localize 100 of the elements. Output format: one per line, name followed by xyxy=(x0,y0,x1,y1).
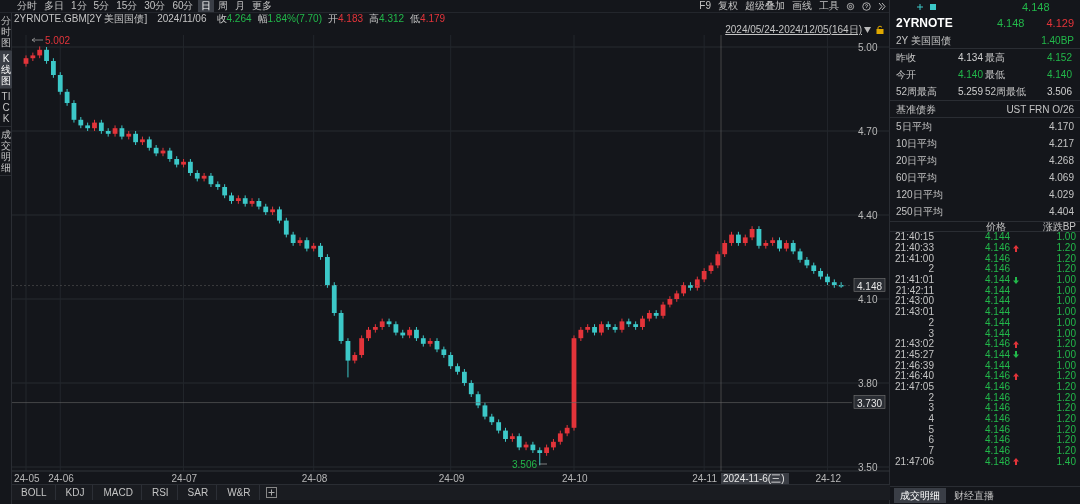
period-tab[interactable]: 周 xyxy=(214,0,231,12)
quote-field-value: 1.84%(7.70) xyxy=(267,13,322,24)
stat-label: 最高 xyxy=(985,51,1005,65)
trade-change: 1.20 xyxy=(1056,446,1076,457)
period-tab[interactable]: 更多 xyxy=(248,0,275,12)
side-tab[interactable]: K线图 xyxy=(0,51,12,89)
trade-price: 4.146 xyxy=(985,424,1011,435)
side-tab[interactable]: TICK xyxy=(0,89,12,127)
quote-field-value: 4.312 xyxy=(379,13,405,24)
trade-time: 2 xyxy=(927,317,934,328)
period-tab[interactable]: 月 xyxy=(231,0,248,12)
average-label: 250日平均 xyxy=(896,205,943,219)
column-header: 价格 xyxy=(986,221,1006,232)
period-tab[interactable]: 1分 xyxy=(68,0,90,12)
trade-change: 1.00 xyxy=(1056,360,1076,371)
period-tab[interactable]: 分时 xyxy=(14,0,40,12)
indicator-tab[interactable]: RSI xyxy=(143,485,178,500)
trade-price: 4.144 xyxy=(985,360,1011,371)
period-tab[interactable]: 30分 xyxy=(141,0,169,12)
instrument-subtitle: 2Y 美国国债 xyxy=(896,33,951,48)
indicator-tab[interactable]: SAR xyxy=(179,485,218,500)
period-tab[interactable]: 60分 xyxy=(169,0,197,12)
trade-change: 1.20 xyxy=(1056,435,1076,446)
toolbar-button[interactable]: 工具 xyxy=(816,0,842,12)
stat-label: 今开 xyxy=(896,68,916,82)
price-axis-label: 5.00 xyxy=(858,42,878,53)
stat-value: 4.140 xyxy=(957,68,983,82)
stat-value: 5.259 xyxy=(957,85,983,99)
period-tab[interactable]: 多日 xyxy=(41,0,67,12)
quote-field-value: 4.179 xyxy=(420,13,446,24)
trade-change: 1.20 xyxy=(1056,392,1076,403)
toolbar-button[interactable]: F9 xyxy=(696,0,714,12)
add-icon[interactable] xyxy=(265,487,277,498)
date-range-link[interactable]: 2024/05/24-2024/12/05(164日) xyxy=(725,24,862,35)
trade-time: 6 xyxy=(927,435,934,446)
date-axis-label: 24-09 xyxy=(438,473,465,484)
candlestick xyxy=(386,318,392,328)
instrument-name: 2YRNOTE xyxy=(896,15,953,32)
period-tab[interactable]: 15分 xyxy=(113,0,141,12)
trade-change: 1.20 xyxy=(1056,403,1076,414)
price-tag: 3.730 xyxy=(853,395,886,409)
indicator-tab[interactable]: BOLL xyxy=(13,485,56,500)
low-price-label: 3.506 xyxy=(512,459,538,470)
date-axis-label: 24-10 xyxy=(562,473,588,484)
trade-price: 4.146 xyxy=(985,339,1011,350)
trade-time: 21:43:00 xyxy=(894,296,934,307)
candlestick xyxy=(359,334,365,359)
trade-time: 21:47:05 xyxy=(894,381,934,392)
panel-tab[interactable]: 成交明细 xyxy=(894,488,946,503)
trade-time: 21:46:40 xyxy=(894,371,934,382)
trade-change: 1.20 xyxy=(1056,371,1076,382)
period-tab[interactable]: 日 xyxy=(197,0,214,12)
cursor-date-tag: 2024-11-6(三) xyxy=(721,473,789,484)
help-icon[interactable] xyxy=(862,1,871,11)
average-value: 4.029 xyxy=(1048,188,1074,202)
stat-value: 4.140 xyxy=(1046,68,1072,82)
trade-price: 4.144 xyxy=(985,296,1011,307)
instrument-symbol: 2YRNOTE.GBM[2Y 美国国债] xyxy=(14,13,148,24)
indicator-tab[interactable]: W&R xyxy=(219,485,260,500)
lock-icon[interactable] xyxy=(876,25,884,34)
trade-price: 4.146 xyxy=(985,403,1011,414)
panel-tab[interactable]: 财经直播 xyxy=(948,488,1000,503)
average-label: 120日平均 xyxy=(896,188,943,202)
plus-icon[interactable] xyxy=(917,4,923,10)
stat-value: 4.134 xyxy=(957,51,983,65)
high-price-label: 5.002 xyxy=(45,35,71,46)
trade-time: 21:41:00 xyxy=(894,253,934,264)
double-chevron-icon[interactable] xyxy=(878,1,886,11)
indicator-tab[interactable]: KDJ xyxy=(57,485,94,500)
dropdown-caret-icon[interactable] xyxy=(864,26,871,33)
toolbar-button[interactable]: 复权 xyxy=(715,0,741,12)
toolbar-button[interactable]: 画线 xyxy=(789,0,815,12)
price-axis-label: 3.80 xyxy=(858,378,878,389)
trade-price: 4.144 xyxy=(985,285,1011,296)
trade-time: 21:47:06 xyxy=(894,456,934,467)
date-axis-label: 24-05 xyxy=(14,473,40,484)
price-axis-label: 3.50 xyxy=(858,462,878,473)
trade-change: 1.20 xyxy=(1056,424,1076,435)
stat-value: 4.152 xyxy=(1046,51,1072,65)
benchmark-label: 基准债券 xyxy=(896,102,936,117)
trade-change: 1.20 xyxy=(1056,414,1076,425)
side-tab[interactable]: 成交明细 xyxy=(0,127,12,176)
trade-change: 1.00 xyxy=(1056,296,1076,307)
stat-label: 最低 xyxy=(985,68,1005,82)
ask-price: 4.129 xyxy=(1046,15,1074,31)
average-label: 10日平均 xyxy=(896,137,938,151)
trade-price: 4.146 xyxy=(985,392,1011,403)
trade-time: 21:43:01 xyxy=(894,307,934,318)
candlestick xyxy=(441,346,447,359)
indicator-tab[interactable]: MACD xyxy=(95,485,142,500)
toolbar-button[interactable]: 超级叠加 xyxy=(742,0,788,12)
date-axis-label: 24-07 xyxy=(171,473,198,484)
trade-time: 5 xyxy=(927,424,934,435)
period-tab[interactable]: 5分 xyxy=(90,0,113,12)
trade-change: 1.00 xyxy=(1056,307,1076,318)
average-value: 4.217 xyxy=(1048,137,1074,151)
stat-label: 52周最高 xyxy=(896,85,938,99)
price-change: 1.40BP xyxy=(1041,33,1074,48)
trade-price: 4.146 xyxy=(985,381,1011,392)
settings-icon[interactable] xyxy=(846,1,855,11)
